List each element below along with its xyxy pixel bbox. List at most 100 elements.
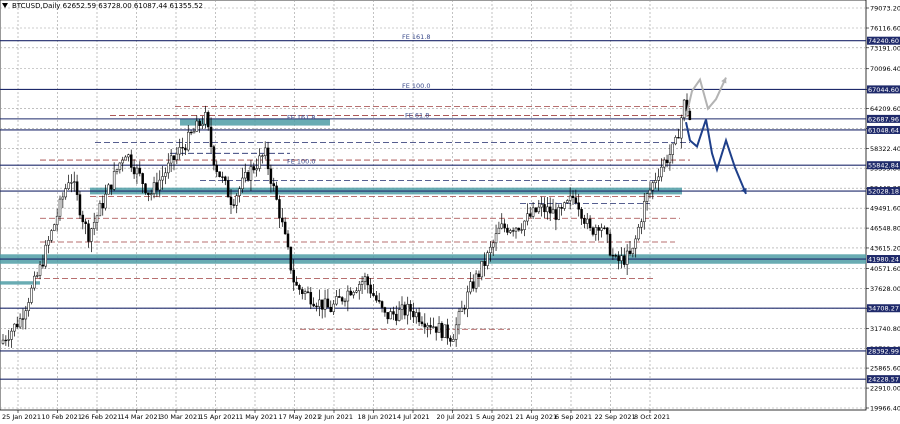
candle-body (24, 310, 28, 320)
candle-body (229, 196, 233, 205)
candle-body (144, 183, 147, 194)
candle-body (338, 296, 341, 298)
chart-window: FE 161.8 FE 100.0 FE 61.8 FE 161.8 FE 100.0 … (0, 0, 900, 424)
candle-body (315, 305, 318, 308)
candle-body (92, 222, 96, 229)
candle-body (571, 195, 575, 198)
candle-body (292, 269, 295, 283)
candle-body (189, 131, 193, 134)
candle-body (503, 223, 506, 229)
candle-body (138, 167, 142, 174)
candle-body (95, 215, 99, 223)
candle-body (577, 202, 580, 210)
x-tick-label: 1 May 2021 (239, 413, 277, 421)
y-tick-label: 19966.40 (870, 405, 900, 413)
candle-body (423, 323, 427, 328)
x-tick-label: 25 Jan 2021 (2, 413, 41, 421)
candle-body (343, 300, 347, 303)
candle-body (130, 154, 133, 168)
candle-body (614, 255, 617, 257)
level-tag-label: 67044.60 (868, 86, 899, 94)
x-tick-label: 15 Apr 2021 (200, 413, 240, 421)
candle-body (372, 293, 375, 296)
candle-body (226, 180, 230, 198)
candle-body (346, 290, 350, 302)
candle-body (360, 281, 364, 285)
level-tag-label: 61048.64 (868, 126, 899, 134)
level-tag-label: 34708.27 (868, 305, 899, 313)
candle-body (349, 290, 352, 296)
candle-body (195, 120, 199, 132)
candle-body (70, 182, 73, 184)
candle-body (651, 182, 655, 191)
candle-body (377, 300, 381, 302)
candle-body (457, 311, 461, 326)
candle-body (340, 297, 344, 302)
time-axis: 25 Jan 2021 10 Feb 2021 26 Feb 2021 14 Mar … (2, 410, 670, 421)
candle-body (118, 162, 122, 170)
x-tick-label: 18 Jun 2021 (358, 413, 397, 421)
candle-body (246, 172, 250, 181)
candle-body (534, 207, 538, 213)
candle-body (583, 218, 586, 224)
candle-body (620, 255, 623, 261)
candle-body (557, 207, 560, 220)
candle-body (286, 233, 290, 248)
candle-body (289, 246, 293, 271)
candle-body (192, 131, 196, 134)
candle-body (369, 284, 372, 294)
candle-body (412, 311, 415, 318)
candle-body (494, 233, 498, 244)
y-tick-label: 76116.60 (870, 25, 900, 33)
y-tick-label: 49491.60 (870, 205, 900, 213)
y-tick-label: 46548.80 (870, 225, 900, 233)
candle-body (449, 337, 452, 342)
candle-body (204, 112, 207, 125)
candle-body (437, 323, 441, 333)
candle-body (335, 296, 338, 305)
candle-body (400, 304, 404, 310)
candle-body (55, 215, 59, 225)
candle-body (617, 255, 620, 261)
x-tick-label: 21 Aug 2021 (516, 413, 558, 421)
candle-body (489, 246, 492, 254)
candle-body (383, 307, 387, 313)
candle-body (175, 153, 179, 161)
candle-body (75, 181, 79, 195)
level-tag-label: 62687.96 (868, 115, 899, 123)
candle-body (141, 173, 144, 185)
candle-body (30, 287, 33, 303)
candle-body (483, 261, 486, 266)
price-chart[interactable]: FE 161.8FE 100.0FE 61.8FE 161.8FE 100.0 … (0, 0, 900, 424)
candle-body (358, 284, 361, 292)
candle-body (332, 303, 335, 312)
candle-body (147, 192, 150, 195)
candle-body (543, 204, 546, 213)
candle-body (443, 324, 446, 338)
fib-label: FE 161.8 (402, 33, 431, 41)
candle-body (566, 200, 569, 203)
candle-body (497, 227, 501, 234)
candle-body (35, 275, 39, 277)
candle-body (255, 168, 258, 171)
candle-body (640, 221, 643, 228)
candle-body (648, 189, 652, 195)
candle-body (323, 298, 327, 310)
candle-body (295, 281, 298, 286)
candle-body (232, 204, 236, 206)
candle-body (206, 112, 210, 128)
candle-body (486, 252, 489, 266)
candle-body (209, 126, 213, 147)
candle-body (212, 146, 216, 166)
y-tick-label: 25865.60 (870, 365, 900, 373)
candle-body (306, 291, 310, 293)
candle-body (662, 159, 666, 168)
candle-body (73, 181, 76, 183)
candle-body (477, 273, 481, 278)
candle-body (600, 227, 603, 231)
candle-body (628, 250, 632, 254)
candle-body (380, 301, 384, 308)
candle-body (266, 147, 270, 170)
candle-body (181, 147, 184, 149)
candle-body (560, 207, 563, 209)
